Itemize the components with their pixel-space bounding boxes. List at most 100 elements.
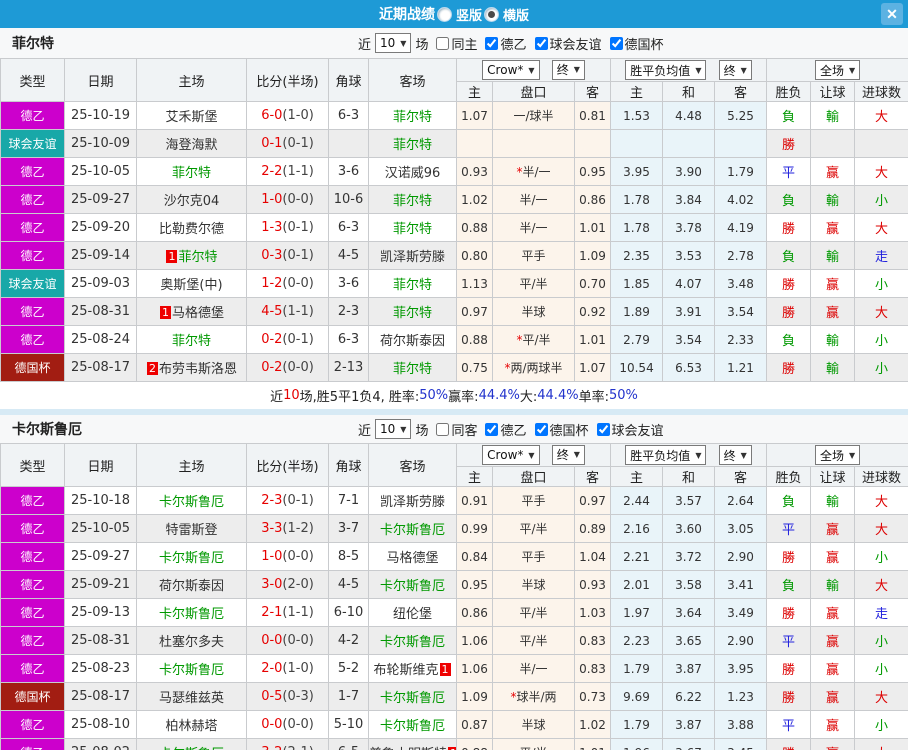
stage-select[interactable]: 终 ▼ [718, 60, 752, 80]
vertical-layout-label[interactable]: 竖版 [456, 5, 482, 24]
away-team: 布轮斯维克 1 [368, 654, 457, 683]
close-button[interactable]: ✕ [881, 3, 903, 25]
result-goals: 小 [854, 626, 908, 655]
league-checkbox-friendly[interactable] [534, 36, 548, 50]
full-match-select[interactable]: 全场 ▼ [814, 60, 861, 80]
avg-home-odds: 9.69 [610, 682, 664, 711]
window-title: 近期战绩 [378, 7, 435, 23]
handicap-line [492, 129, 575, 158]
league-type-badge: 德乙 [0, 325, 65, 354]
match-date: 25-09-27 [64, 185, 137, 214]
title-bar: 近期战绩 竖版 横版 ✕ [0, 0, 908, 28]
wdl-average-select[interactable]: 胜平负均值 ▼ [625, 445, 707, 465]
red-card-badge: 1 [166, 250, 178, 263]
league-label[interactable]: 德国杯 [550, 420, 589, 439]
avg-home-odds: 1.96 [610, 738, 664, 750]
home-team: 比勒费尔德 [136, 213, 247, 242]
match-row: 德乙 25-09-27 卡尔斯鲁厄 1-0(0-0) 8-5 马格德堡 0.84 平手 1.04… [0, 542, 908, 571]
home-team: 杜塞尔多夫 [136, 626, 247, 655]
same-venue-checkbox[interactable] [436, 422, 450, 436]
avg-draw-odds: 3.67 [662, 738, 716, 750]
corner-count: 6-5 [328, 738, 369, 750]
handicap-line: 平/半 [492, 738, 575, 750]
avg-home-odds: 1.78 [610, 213, 664, 242]
sub-header-away-odds: 客 [573, 81, 612, 102]
same-venue-label[interactable]: 同客 [451, 420, 477, 439]
league-label[interactable]: 德乙 [500, 420, 526, 439]
home-team: 卡尔斯鲁厄 [136, 738, 247, 750]
stage-select[interactable]: 终 ▼ [718, 445, 752, 465]
chevron-down-icon: ▼ [695, 65, 702, 75]
sub-header-home-odds: 主 [456, 81, 493, 102]
away-odds [573, 129, 612, 158]
changed-line-star: * [504, 361, 511, 375]
sub-header-handicap-result: 让球 [810, 466, 856, 487]
result-goals: 大 [854, 157, 908, 186]
league-type-badge: 德乙 [0, 626, 65, 655]
result-handicap: 赢 [810, 738, 856, 750]
same-venue-checkbox[interactable] [436, 36, 450, 50]
chevron-down-icon: ▼ [528, 65, 535, 75]
score: 0-2(0-0) [246, 353, 329, 382]
league-checkbox-bundesliga2[interactable] [485, 36, 499, 50]
league-label[interactable]: 德乙 [500, 34, 526, 53]
sub-header-goals: 进球数 [854, 81, 908, 102]
result-goals: 大 [854, 213, 908, 242]
odds-select-group: Crow* ▼ 终 ▼ [455, 58, 612, 82]
full-match-select[interactable]: 全场 ▼ [814, 445, 861, 465]
horizontal-layout-label[interactable]: 横版 [503, 5, 529, 24]
corner-count: 5-10 [328, 710, 369, 739]
league-type-badge: 德乙 [0, 598, 65, 627]
recent-count-select[interactable]: 10 ▼ [375, 33, 412, 53]
avg-away-odds: 3.41 [714, 570, 768, 599]
result-handicap: 赢 [810, 514, 856, 543]
league-label[interactable]: 球会友谊 [550, 34, 602, 53]
recent-results-window: 近期战绩 竖版 横版 ✕ 菲尔特 近 10 ▼ 场 同主 德乙 球会友谊 德国杯… [0, 0, 908, 750]
near-label: 近 [358, 37, 372, 53]
league-type-badge: 德乙 [0, 542, 65, 571]
league-label[interactable]: 球会友谊 [612, 420, 664, 439]
league-checkbox-cup[interactable] [534, 422, 548, 436]
handicap-line: 平手 [492, 241, 575, 270]
avg-home-odds: 1.79 [610, 654, 664, 683]
league-checkbox-cup[interactable] [609, 36, 623, 50]
col-header-type: 类型 [0, 443, 65, 487]
avg-away-odds: 2.33 [714, 325, 768, 354]
home-odds: 1.07 [456, 101, 493, 130]
chevron-down-icon: ▼ [740, 65, 747, 75]
corner-count: 1-7 [328, 682, 369, 711]
bookmaker-select[interactable]: Crow* ▼ [482, 60, 540, 81]
stage-select[interactable]: 终 ▼ [551, 444, 585, 465]
league-checkbox-friendly[interactable] [596, 422, 610, 436]
stage-select[interactable]: 终 ▼ [551, 59, 585, 80]
recent-count-select[interactable]: 10 ▼ [375, 419, 412, 439]
col-header-away: 客场 [368, 58, 457, 102]
handicap-line: 半球 [492, 297, 575, 326]
home-team: 菲尔特 [136, 325, 247, 354]
match-date: 25-08-02 [64, 738, 137, 750]
home-team: 1 菲尔特 [136, 241, 247, 270]
vertical-layout-radio[interactable] [436, 6, 452, 22]
away-odds: 0.83 [573, 654, 612, 683]
wdl-average-select[interactable]: 胜平负均值 ▼ [625, 60, 707, 80]
match-date: 25-09-03 [64, 269, 137, 298]
match-date: 25-08-31 [64, 297, 137, 326]
result-wdl: 勝 [766, 598, 812, 627]
summary-text: 场,胜5平1负4, 胜率: [299, 390, 420, 405]
away-team: 汉诺威96 [368, 157, 457, 186]
chevron-down-icon: ▼ [848, 450, 856, 460]
league-checkbox-bundesliga2[interactable] [485, 422, 499, 436]
bookmaker-select[interactable]: Crow* ▼ [482, 445, 540, 466]
avg-draw-odds: 3.53 [662, 241, 716, 270]
chevron-down-icon: ▼ [573, 450, 580, 460]
away-odds: 0.70 [573, 269, 612, 298]
score: 3-0(2-0) [246, 570, 329, 599]
league-label[interactable]: 德国杯 [625, 34, 664, 53]
home-team: 1 马格德堡 [136, 297, 247, 326]
same-venue-label[interactable]: 同主 [451, 34, 477, 53]
handicap-line: 平/半 [492, 514, 575, 543]
away-odds: 0.97 [573, 486, 612, 515]
horizontal-layout-radio[interactable] [484, 6, 499, 22]
result-wdl: 負 [766, 486, 812, 515]
matches-table: 类型 日期 主场 比分(半场) 角球 客场 Crow* ▼ 终 ▼ 胜平负均值 ▼ 终… [0, 443, 908, 750]
